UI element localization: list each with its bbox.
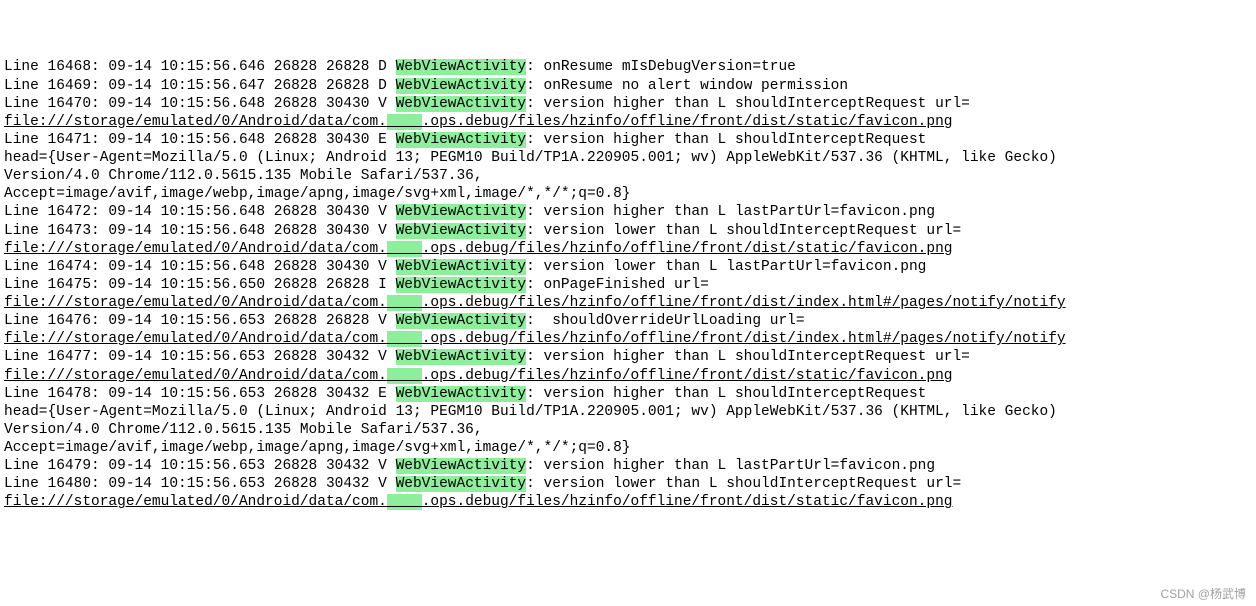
log-line: file:///storage/emulated/0/Android/data/… — [4, 113, 1252, 131]
url-text: file:///storage/emulated/0/Android/data/… — [4, 331, 1066, 347]
log-line: Line 16473: 09-14 10:15:56.648 26828 304… — [4, 222, 1252, 240]
log-line: Line 16472: 09-14 10:15:56.648 26828 304… — [4, 203, 1252, 221]
highlight-tag: WebViewActivity — [396, 386, 527, 402]
redacted-text: hndc — [387, 241, 422, 257]
highlight-tag: WebViewActivity — [396, 223, 527, 239]
highlight-tag: WebViewActivity — [396, 204, 527, 220]
log-line: Line 16480: 09-14 10:15:56.653 26828 304… — [4, 475, 1252, 493]
log-line: Line 16470: 09-14 10:15:56.648 26828 304… — [4, 95, 1252, 113]
log-line: Line 16468: 09-14 10:15:56.646 26828 268… — [4, 58, 1252, 76]
url-text: file:///storage/emulated/0/Android/data/… — [4, 241, 952, 257]
highlight-tag: WebViewActivity — [396, 349, 527, 365]
log-line: Line 16475: 09-14 10:15:56.650 26828 268… — [4, 276, 1252, 294]
redacted-text: hndc — [387, 114, 422, 130]
log-line: file:///storage/emulated/0/Android/data/… — [4, 240, 1252, 258]
log-line: Accept=image/avif,image/webp,image/apng,… — [4, 439, 1252, 457]
highlight-tag: WebViewActivity — [396, 96, 527, 112]
log-line: Line 16479: 09-14 10:15:56.653 26828 304… — [4, 457, 1252, 475]
url-text: file:///storage/emulated/0/Android/data/… — [4, 494, 952, 510]
log-line: file:///storage/emulated/0/Android/data/… — [4, 493, 1252, 511]
redacted-text: hndc — [387, 368, 422, 384]
url-text: file:///storage/emulated/0/Android/data/… — [4, 114, 952, 130]
highlight-tag: WebViewActivity — [396, 476, 527, 492]
log-line: Line 16474: 09-14 10:15:56.648 26828 304… — [4, 258, 1252, 276]
log-line: Line 16477: 09-14 10:15:56.653 26828 304… — [4, 348, 1252, 366]
highlight-tag: WebViewActivity — [396, 78, 527, 94]
log-line: Line 16476: 09-14 10:15:56.653 26828 268… — [4, 312, 1252, 330]
redacted-text: hndc — [387, 295, 422, 311]
log-line: file:///storage/emulated/0/Android/data/… — [4, 330, 1252, 348]
log-line: head={User-Agent=Mozilla/5.0 (Linux; And… — [4, 149, 1252, 167]
log-line: file:///storage/emulated/0/Android/data/… — [4, 294, 1252, 312]
highlight-tag: WebViewActivity — [396, 277, 527, 293]
log-line: Version/4.0 Chrome/112.0.5615.135 Mobile… — [4, 167, 1252, 185]
log-line: Line 16469: 09-14 10:15:56.647 26828 268… — [4, 77, 1252, 95]
highlight-tag: WebViewActivity — [396, 259, 527, 275]
log-line: Line 16478: 09-14 10:15:56.653 26828 304… — [4, 385, 1252, 403]
log-line: Version/4.0 Chrome/112.0.5615.135 Mobile… — [4, 421, 1252, 439]
highlight-tag: WebViewActivity — [396, 458, 527, 474]
highlight-tag: WebViewActivity — [396, 313, 527, 329]
redacted-text: hndc — [387, 331, 422, 347]
highlight-tag: WebViewActivity — [396, 132, 527, 148]
log-line: Line 16471: 09-14 10:15:56.648 26828 304… — [4, 131, 1252, 149]
log-output: Line 16468: 09-14 10:15:56.646 26828 268… — [4, 58, 1252, 511]
log-line: file:///storage/emulated/0/Android/data/… — [4, 367, 1252, 385]
log-line: Accept=image/avif,image/webp,image/apng,… — [4, 185, 1252, 203]
highlight-tag: WebViewActivity — [396, 59, 527, 75]
log-line: head={User-Agent=Mozilla/5.0 (Linux; And… — [4, 403, 1252, 421]
watermark-text: CSDN @杨武博 — [1160, 587, 1246, 602]
redacted-text: hndc — [387, 494, 422, 510]
url-text: file:///storage/emulated/0/Android/data/… — [4, 368, 952, 384]
url-text: file:///storage/emulated/0/Android/data/… — [4, 295, 1066, 311]
